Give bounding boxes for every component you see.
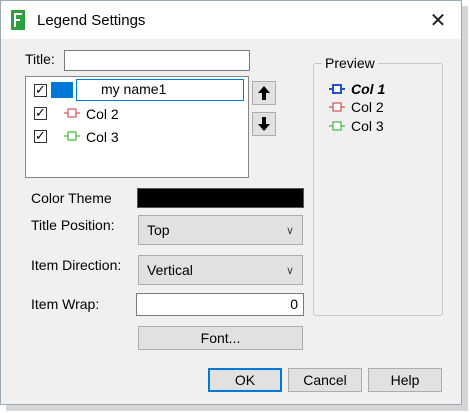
color-theme-swatch[interactable] xyxy=(137,188,304,208)
preview-title: Preview xyxy=(322,55,378,71)
preview-item-label: Col 3 xyxy=(351,118,384,134)
title-position-label: Title Position: xyxy=(31,217,115,233)
list-item-label: Col 2 xyxy=(86,106,119,122)
item-direction-select[interactable]: Vertical ∨ xyxy=(138,255,303,285)
legend-symbol-icon xyxy=(64,131,80,141)
legend-symbol-icon xyxy=(64,108,80,118)
cancel-button[interactable]: Cancel xyxy=(288,368,362,392)
legend-symbol-icon xyxy=(329,102,345,112)
title-label: Title: xyxy=(25,51,55,67)
title-input[interactable] xyxy=(64,50,250,71)
close-icon[interactable]: ✕ xyxy=(415,1,461,39)
list-item[interactable]: ✓ my name1 xyxy=(26,78,248,102)
checkbox-item-2[interactable]: ✓ xyxy=(34,106,47,120)
legend-symbol-icon xyxy=(329,84,345,94)
legend-symbol-icon xyxy=(329,121,345,131)
move-down-button[interactable] xyxy=(252,112,276,136)
list-item[interactable]: ✓ Col 2 xyxy=(26,102,248,126)
font-button[interactable]: Font... xyxy=(138,326,303,350)
series-listbox[interactable]: ✓ my name1 ✓ Col 2 ✓ Col 3 xyxy=(25,76,249,178)
checkbox-item-1[interactable]: ✓ xyxy=(34,83,47,97)
title-position-value: Top xyxy=(147,222,170,238)
item-direction-label: Item Direction: xyxy=(31,257,122,273)
chevron-down-icon: ∨ xyxy=(285,265,294,277)
arrow-up-icon xyxy=(258,86,270,100)
arrow-down-icon xyxy=(258,117,270,131)
app-icon xyxy=(11,10,25,30)
title-bar[interactable]: Legend Settings ✕ xyxy=(1,1,461,39)
color-theme-label: Color Theme xyxy=(31,190,112,206)
item-wrap-label: Item Wrap: xyxy=(31,296,100,312)
checkbox-item-3[interactable]: ✓ xyxy=(34,129,47,143)
preview-item-label: Col 1 xyxy=(351,81,386,97)
legend-settings-dialog: Legend Settings ✕ Title: ✓ my name1 ✓ Co… xyxy=(0,0,462,405)
preview-item-label: Col 2 xyxy=(351,99,384,115)
list-item-label: Col 3 xyxy=(86,129,119,145)
selection-highlight xyxy=(51,82,73,98)
help-button[interactable]: Help xyxy=(368,368,442,392)
window-title: Legend Settings xyxy=(37,12,146,29)
title-position-select[interactable]: Top ∨ xyxy=(138,215,303,245)
list-item[interactable]: ✓ Col 3 xyxy=(26,125,248,149)
item-wrap-input[interactable]: 0 xyxy=(136,293,304,316)
chevron-down-icon: ∨ xyxy=(285,225,294,237)
ok-button[interactable]: OK xyxy=(208,368,282,392)
move-up-button[interactable] xyxy=(252,81,276,105)
item-direction-value: Vertical xyxy=(147,262,193,278)
item-name-edit[interactable]: my name1 xyxy=(76,79,244,101)
